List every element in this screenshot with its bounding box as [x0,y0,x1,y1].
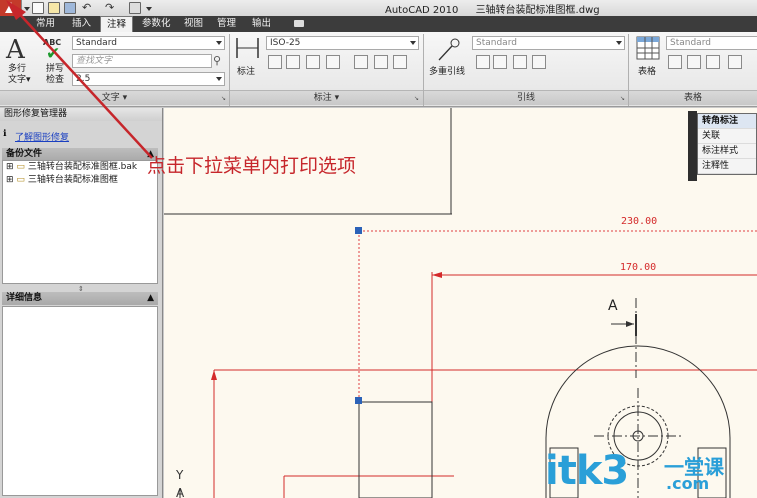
table-icon[interactable] [636,36,660,60]
backup-file-list: ⊞ ▭ 三轴转台装配标准图框.bak ⊞ ▭ 三轴转台装配标准图框 [2,160,158,284]
details-title: 详细信息 [6,293,43,303]
expand-icon[interactable]: ⊞ [6,175,14,185]
details-pane [2,306,158,496]
menu-item-associative[interactable]: 关联 [698,129,756,144]
watermark-logo: itk3 [545,448,629,494]
dim-tool-icon[interactable] [268,55,282,69]
dim-tool-icon[interactable] [306,55,320,69]
dim-tool-icon[interactable] [393,55,407,69]
dim-tool-icon[interactable] [354,55,368,69]
table-tool-icon[interactable] [706,55,720,69]
tab-output[interactable]: 输出 [246,16,277,32]
leader-style-value: Standard [476,38,517,48]
menu-grip-bar [688,111,697,181]
watermark-domain: .com [666,474,710,493]
dimension-230-label: 230.00 [621,216,658,227]
leader-tool-icon[interactable] [513,55,527,69]
backup-file-name: 三轴转台装配标准图框 [27,175,118,185]
folder-icon: ▭ [16,162,25,172]
annotation-arrow [6,0,153,159]
list-item[interactable]: ⊞ ▭ 三轴转台装配标准图框.bak [3,161,157,174]
table-panel-footer[interactable]: 表格 [629,90,757,105]
dimension-context-menu: 转角标注 关联 标注样式 注释性 [697,113,757,175]
ucs-y-label: Y [176,468,184,482]
expand-icon[interactable]: ⊞ [6,162,14,172]
dim-tool-icon[interactable] [326,55,340,69]
find-text-search-icon[interactable]: ⚲ [213,54,221,67]
menu-item-rotated-dimension[interactable]: 转角标注 [698,114,756,129]
leader-panel-footer[interactable]: 引线 [424,90,628,105]
leader-tool-icon[interactable] [532,55,546,69]
dimension-icon[interactable] [234,36,262,62]
dimension-button-label[interactable]: 标注 [237,64,255,77]
table-panel-title: 表格 [683,93,702,103]
leader-panel-title: 引线 [516,93,535,103]
ucs-a-label: A [176,486,185,498]
leader-tool-icon[interactable] [476,55,490,69]
table-tool-icon[interactable] [687,55,701,69]
backup-file-name: 三轴转台装配标准图框.bak [27,162,138,172]
dimension-panel-launcher-icon[interactable]: ↘ [414,95,419,102]
tab-manage[interactable]: 管理 [211,16,242,32]
dimension-170-label: 170.00 [620,262,657,273]
dimension-panel-title: 标注 ▾ [313,93,340,103]
collapse-arrow-icon[interactable]: ▲ [147,292,154,305]
annotation-text: 点击下拉菜单内打印选项 [147,155,357,177]
menu-item-dimension-style[interactable]: 标注样式 [698,144,756,159]
app-name: AutoCAD 2010 [385,5,459,16]
multileader-button-label[interactable]: 多重引线 [429,64,465,77]
dimension-panel-footer[interactable]: 标注 ▾ [230,90,423,105]
dimension-style-select[interactable]: ISO-25 [266,36,419,50]
leader-panel-launcher-icon[interactable]: ↘ [620,95,625,102]
folder-icon: ▭ [16,175,25,185]
ribbon-minimize-icon[interactable] [294,20,304,27]
file-name: 三轴转台装配标准图框.dwg [475,5,600,16]
list-item[interactable]: ⊞ ▭ 三轴转台装配标准图框 [3,174,157,187]
leader-tool-icon[interactable] [493,55,507,69]
table-tool-icon[interactable] [728,55,742,69]
table-tool-icon[interactable] [668,55,682,69]
text-panel-launcher-icon[interactable]: ↘ [221,95,226,102]
menu-item-annotative[interactable]: 注释性 [698,159,756,174]
details-header[interactable]: 详细信息 ▲ [2,292,158,305]
tab-view[interactable]: 视图 [178,16,209,32]
leader-style-select[interactable]: Standard [472,36,625,50]
table-button-label[interactable]: 表格 [638,64,656,77]
dim-tool-icon[interactable] [374,55,388,69]
dimension-style-value: ISO-25 [270,38,301,48]
window-title: AutoCAD 2010 三轴转台装配标准图框.dwg [385,1,600,16]
table-style-value: Standard [670,38,711,48]
section-label: A [608,298,618,314]
multileader-icon[interactable] [435,37,461,63]
table-style-select[interactable]: Standard [666,36,757,50]
dim-tool-icon[interactable] [286,55,300,69]
